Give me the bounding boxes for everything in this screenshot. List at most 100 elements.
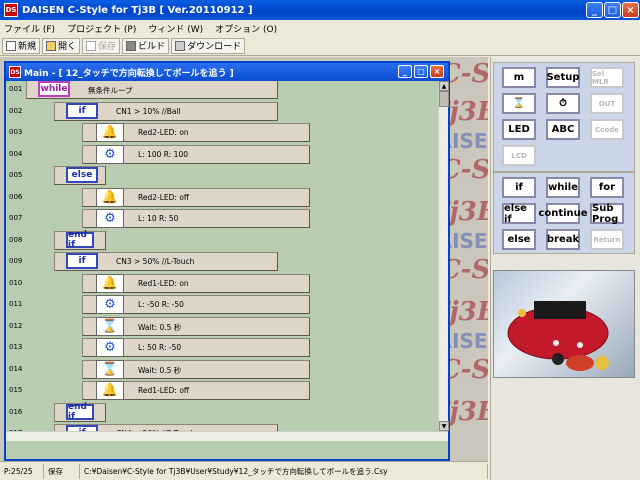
palette-break[interactable]: break [546, 229, 580, 250]
palette-else-if[interactable]: else if [502, 203, 536, 225]
build-button[interactable]: ビルド [122, 37, 170, 54]
download-icon [175, 40, 186, 51]
led-icon[interactable]: 🔔 [96, 123, 124, 142]
program-row[interactable]: 001 while 無条件ループ [6, 81, 438, 100]
keyword-if[interactable]: if [66, 253, 98, 269]
wait-icon[interactable]: ⌛ [96, 359, 124, 379]
keyword-end-if[interactable]: end if [66, 402, 94, 422]
motor-icon[interactable]: ⚙ [96, 338, 124, 357]
open-button[interactable]: 開く [42, 37, 81, 54]
motor-icon[interactable]: ⚙ [96, 144, 124, 164]
vertical-scrollbar[interactable]: ▲ ▼ [438, 81, 449, 431]
palette-while[interactable]: while [546, 177, 580, 198]
palette-commands: m Setup Sel MLR ⌛ ⏱ OUT LED ABC Ccode LCD [493, 62, 635, 172]
menu-window[interactable]: ウィンド (W) [148, 22, 203, 35]
led-icon[interactable]: 🔔 [96, 381, 124, 400]
child-close-button[interactable]: × [430, 65, 444, 78]
motor-icon[interactable]: ⚙ [96, 295, 124, 314]
program-row[interactable]: 006 🔔 Red2-LED: off [6, 187, 438, 208]
main-window-titlebar[interactable]: DS Main - [ 12_タッチで方向転換してボールを追う ] _ □ × [6, 63, 448, 81]
row-text: Wait: 0.5 秒 [138, 365, 182, 375]
palette-else[interactable]: else [502, 229, 536, 250]
new-button[interactable]: 新規 [2, 37, 41, 54]
line-number: 003 [9, 128, 23, 136]
motor-icon[interactable]: ⚙ [96, 209, 124, 228]
child-maximize-button[interactable]: □ [414, 65, 428, 78]
program-row[interactable]: 005 else [6, 165, 438, 186]
menu-project[interactable]: プロジェクト (P) [67, 22, 136, 35]
command-palette: m Setup Sel MLR ⌛ ⏱ OUT LED ABC Ccode LCD if while… [490, 57, 640, 480]
timer-icon[interactable]: ⏱ [546, 93, 580, 114]
app-icon: DS [4, 3, 18, 17]
close-button[interactable]: × [622, 2, 639, 18]
title-bar: DS DAISEN C-Style for Tj3B [ Ver.2011091… [0, 0, 640, 20]
row-text: Red1-LED: off [138, 386, 190, 395]
palette-for[interactable]: for [590, 177, 624, 198]
save-label: 保存 [98, 42, 117, 52]
line-number: 005 [9, 171, 23, 179]
program-row[interactable]: 013 ⚙ L: 50 R: -50 [6, 337, 438, 358]
menu-option[interactable]: オプション (O) [215, 22, 277, 35]
program-row[interactable]: 009 if CN3 > 50% //L-Touch [6, 251, 438, 272]
download-button[interactable]: ダウンロード [171, 37, 246, 54]
child-minimize-button[interactable]: _ [398, 65, 412, 78]
palette-out[interactable]: OUT [590, 93, 624, 114]
led-icon[interactable]: LED [502, 119, 536, 140]
program-row[interactable]: 003 🔔 Red2-LED: on [6, 122, 438, 143]
program-row[interactable]: 002 if CN1 > 10% //Ball [6, 101, 438, 122]
keyword-end-if[interactable]: end if [66, 230, 94, 250]
program-row[interactable]: 012 ⌛ Wait: 0.5 秒 [6, 316, 438, 337]
program-row[interactable]: 016 end if [6, 402, 438, 423]
open-label: 開く [58, 42, 77, 52]
keyword-while[interactable]: while [38, 81, 70, 97]
wait-icon[interactable]: ⌛ [502, 93, 536, 114]
program-row[interactable]: 004 ⚙ L: 100 R: 100 [6, 144, 438, 165]
horizontal-scrollbar[interactable] [6, 431, 448, 441]
line-number: 015 [9, 386, 23, 394]
palette-return[interactable]: Return [590, 229, 624, 250]
program-row[interactable]: 011 ⚙ L: -50 R: -50 [6, 294, 438, 315]
menu-file[interactable]: ファイル (F) [4, 22, 55, 35]
scroll-down-icon[interactable]: ▼ [439, 421, 449, 431]
maximize-button[interactable]: □ [604, 2, 621, 18]
program-row[interactable]: 015 🔔 Red1-LED: off [6, 380, 438, 401]
palette-abc[interactable]: ABC [546, 119, 580, 140]
line-number: 010 [9, 278, 23, 287]
row-text: L: 50 R: -50 [138, 343, 182, 352]
program-row[interactable]: 014 ⌛ Wait: 0.5 秒 [6, 359, 438, 380]
status-state: 保存 [44, 463, 80, 479]
status-path: C:¥Daisen¥C-Style for Tj3B¥User¥Study¥12… [80, 463, 488, 479]
app-title: DAISEN C-Style for Tj3B [ Ver.20110912 ] [22, 4, 253, 16]
minimize-button[interactable]: _ [586, 2, 603, 18]
program-row[interactable]: 010 🔔 Red1-LED: on [6, 273, 438, 294]
new-label: 新規 [18, 42, 37, 52]
row-text: Red2-LED: off [138, 192, 190, 202]
keyword-if[interactable]: if [66, 102, 98, 119]
scroll-thumb[interactable] [439, 91, 449, 107]
row-text: Red2-LED: on [138, 128, 189, 137]
scroll-up-icon[interactable]: ▲ [439, 81, 449, 91]
robot-image [507, 301, 609, 371]
palette-continue[interactable]: continue [538, 203, 588, 224]
palette-sel-mlr[interactable]: Sel MLR [590, 67, 624, 88]
palette-sub-prog[interactable]: Sub Prog [590, 203, 624, 225]
palette-ccode[interactable]: Ccode [590, 119, 624, 140]
palette-if[interactable]: if [502, 177, 536, 198]
status-position: P:25/25 [0, 463, 44, 479]
row-text: L: -50 R: -50 [138, 300, 184, 309]
palette-control-flow: if while for else if continue Sub Prog else bre… [493, 172, 635, 254]
palette-setup[interactable]: Setup [546, 67, 580, 88]
line-number: 012 [9, 321, 23, 330]
keyword-else[interactable]: else [66, 167, 98, 183]
line-number: 004 [9, 149, 23, 158]
wait-icon[interactable]: ⌛ [96, 316, 124, 336]
led-icon[interactable]: 🔔 [96, 187, 124, 207]
program-row[interactable]: 007 ⚙ L: 10 R: 50 [6, 208, 438, 229]
line-number: 014 [9, 364, 23, 373]
program-row[interactable]: 008 end if [6, 230, 438, 251]
program-row[interactable]: 017ifCN4 > 50% //R-Touch [6, 423, 438, 431]
palette-lcd[interactable]: LCD [502, 145, 536, 166]
led-icon[interactable]: 🔔 [96, 273, 124, 293]
save-button[interactable]: 保存 [82, 37, 121, 54]
motor-icon[interactable]: m [502, 67, 536, 88]
